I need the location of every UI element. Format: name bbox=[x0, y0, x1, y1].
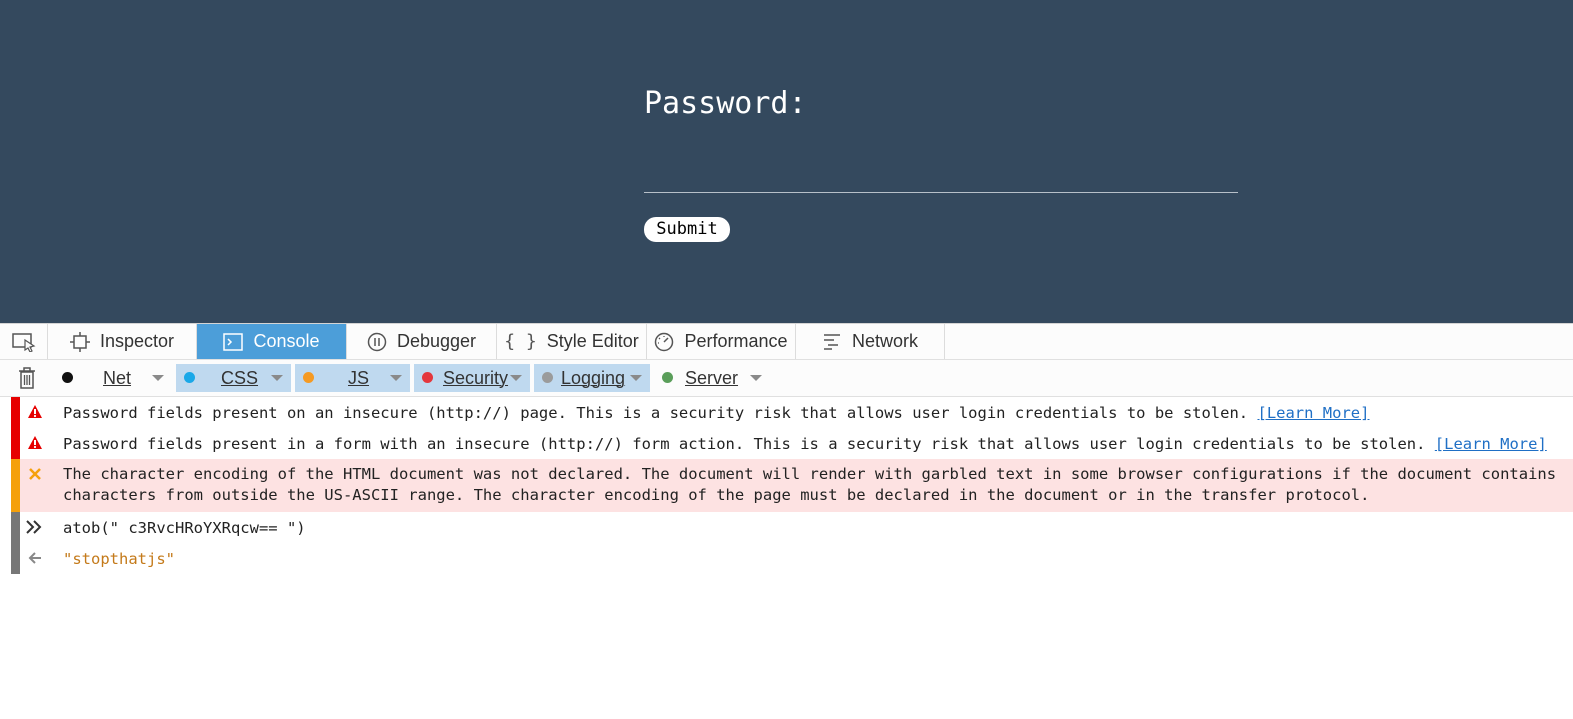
chevron-down-icon[interactable] bbox=[630, 375, 642, 381]
warning-icon bbox=[28, 436, 42, 449]
input-chevron-icon bbox=[26, 520, 42, 534]
tab-style-editor[interactable]: { } Style Editor bbox=[497, 324, 647, 359]
tab-label: Inspector bbox=[99, 331, 175, 351]
console-output: Password fields present on an insecure (… bbox=[0, 397, 1573, 719]
password-label: Password: bbox=[644, 86, 807, 121]
chevron-down-icon[interactable] bbox=[390, 375, 402, 381]
web-page-content: Password: Submit bbox=[0, 0, 1573, 323]
filter-label: JS bbox=[348, 367, 370, 388]
tab-performance[interactable]: Performance bbox=[647, 324, 796, 359]
security-bar bbox=[11, 397, 20, 428]
logging-dot-icon bbox=[542, 372, 553, 383]
warning-icon bbox=[28, 405, 42, 418]
submit-button[interactable]: Submit bbox=[644, 217, 730, 242]
tab-console[interactable]: Console bbox=[197, 324, 347, 359]
tab-label: Debugger bbox=[396, 331, 477, 351]
filter-logging-button[interactable]: Logging bbox=[534, 364, 650, 392]
filter-label: Net bbox=[103, 367, 132, 388]
message-text: The character encoding of the HTML docum… bbox=[63, 465, 1557, 504]
devtools-toolbar: Inspector Console Debugger { } Style Edi… bbox=[0, 323, 1573, 360]
input-bar bbox=[11, 512, 20, 543]
filter-js-button[interactable]: JS bbox=[295, 364, 410, 392]
net-dot-icon bbox=[62, 372, 73, 383]
tab-network[interactable]: Network bbox=[796, 324, 945, 359]
debugger-icon bbox=[367, 332, 387, 351]
tab-label: Style Editor bbox=[546, 331, 639, 351]
security-bar bbox=[11, 428, 20, 459]
chevron-down-icon[interactable] bbox=[510, 375, 522, 381]
server-dot-icon bbox=[662, 372, 673, 383]
filter-label: Server bbox=[685, 367, 739, 388]
console-output-line: "stopthatjs" bbox=[11, 543, 1573, 574]
filter-net-button[interactable]: Net bbox=[54, 364, 172, 392]
input-text: atob(" c3RvcHRoYXRqcw== ") bbox=[63, 519, 306, 537]
learn-more-link[interactable]: [Learn More] bbox=[1435, 435, 1547, 453]
console-input-area[interactable] bbox=[11, 574, 1573, 719]
performance-icon bbox=[655, 332, 674, 351]
console-message-warning: Password fields present in a form with a… bbox=[11, 428, 1573, 459]
message-text: Password fields present on an insecure (… bbox=[63, 404, 1370, 422]
style-editor-icon: { } bbox=[504, 331, 537, 352]
console-input-line: atob(" c3RvcHRoYXRqcw== ") bbox=[11, 512, 1573, 543]
filter-label: Logging bbox=[561, 367, 626, 388]
console-filter-bar: Net CSS JS Security Logging Server bbox=[0, 360, 1573, 397]
clear-console-button[interactable] bbox=[0, 360, 54, 396]
filter-security-button[interactable]: Security bbox=[414, 364, 530, 392]
console-message-error: The character encoding of the HTML docum… bbox=[11, 459, 1573, 512]
filter-css-button[interactable]: CSS bbox=[176, 364, 291, 392]
js-dot-icon bbox=[303, 372, 314, 383]
error-x-icon bbox=[29, 468, 41, 480]
element-picker-icon bbox=[11, 332, 35, 352]
console-icon bbox=[223, 332, 244, 351]
learn-more-link[interactable]: [Learn More] bbox=[1257, 404, 1369, 422]
element-picker-button[interactable] bbox=[0, 324, 48, 359]
trash-icon bbox=[19, 367, 35, 389]
tab-inspector[interactable]: Inspector bbox=[48, 324, 197, 359]
css-dot-icon bbox=[184, 372, 195, 383]
return-arrow-icon bbox=[28, 552, 41, 564]
chevron-down-icon[interactable] bbox=[750, 375, 762, 381]
password-input[interactable] bbox=[644, 150, 1238, 193]
chevron-down-icon[interactable] bbox=[271, 375, 283, 381]
filter-label: Security bbox=[443, 367, 509, 388]
tab-label: Console bbox=[253, 331, 320, 351]
tab-label: Network bbox=[851, 331, 918, 351]
result-text: "stopthatjs" bbox=[63, 550, 175, 568]
security-dot-icon bbox=[422, 372, 433, 383]
tab-debugger[interactable]: Debugger bbox=[347, 324, 497, 359]
console-message-warning: Password fields present on an insecure (… bbox=[11, 397, 1573, 428]
inspector-icon bbox=[69, 331, 90, 352]
network-icon bbox=[823, 333, 840, 350]
message-text: Password fields present in a form with a… bbox=[63, 435, 1547, 453]
chevron-down-icon[interactable] bbox=[152, 375, 164, 381]
error-bar bbox=[11, 459, 20, 512]
filter-server-button[interactable]: Server bbox=[654, 364, 770, 392]
tab-label: Performance bbox=[684, 331, 788, 351]
output-bar bbox=[11, 543, 20, 574]
filter-label: CSS bbox=[221, 367, 259, 388]
